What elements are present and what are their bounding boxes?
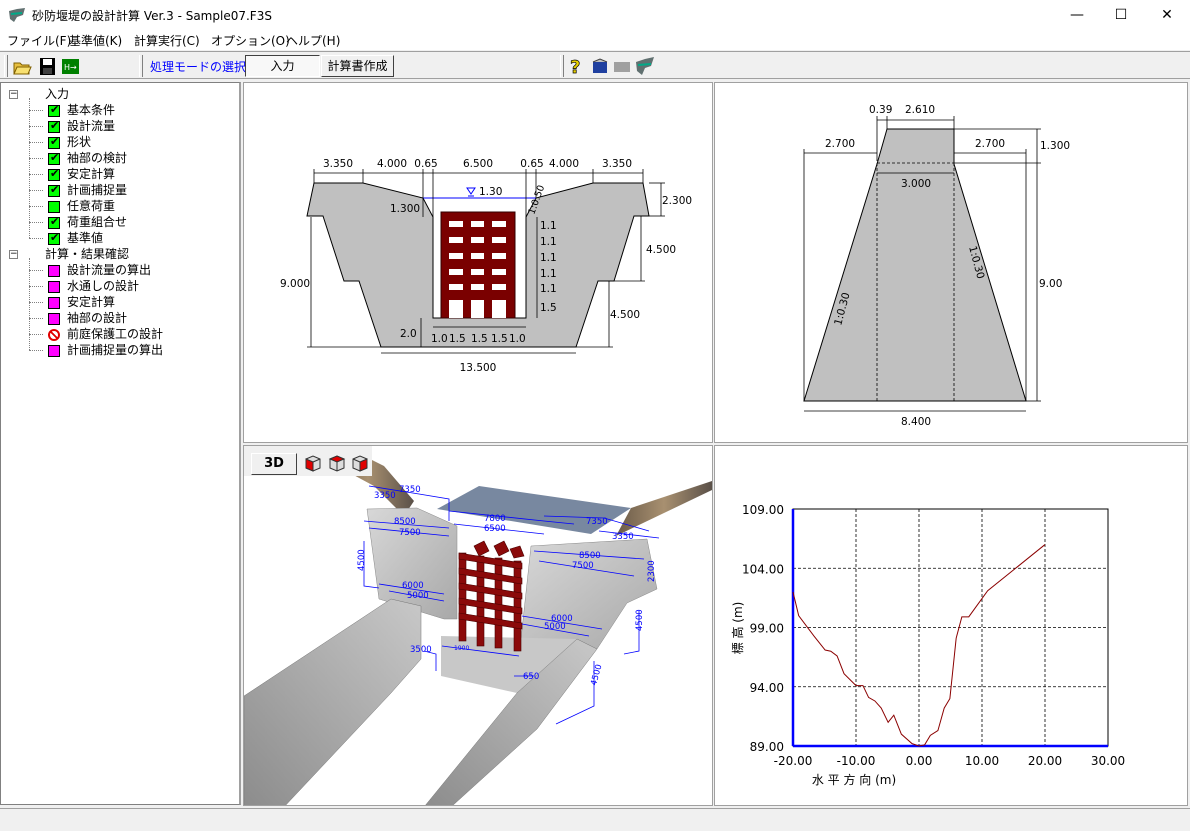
dim-label: 4500 <box>635 609 645 631</box>
dim-label: 7500 <box>399 528 421 538</box>
status-bar <box>0 808 1190 831</box>
dim-label: 0.65 <box>520 158 543 170</box>
dim-label: 5000 <box>544 622 566 632</box>
dim-label: 7500 <box>572 561 594 571</box>
dim-label: 1.300 <box>1040 140 1070 152</box>
y-tick-label: 89.00 <box>750 740 784 754</box>
dim-label: 3350 <box>612 532 634 542</box>
y-tick-label: 109.00 <box>742 503 784 517</box>
dim-label: 1.0 <box>509 333 526 345</box>
y-tick-label: 94.00 <box>750 681 784 695</box>
dim-label: 3.350 <box>602 158 632 170</box>
x-tick-label: 20.00 <box>1028 754 1062 768</box>
app-logo-icon[interactable] <box>635 56 655 76</box>
minimize-button[interactable]: — <box>1054 0 1100 30</box>
terrain-right <box>616 481 712 536</box>
3d-model-view[interactable]: 7350 3350 8500 7500 7800 6500 7350 3350 … <box>244 446 713 806</box>
side-view-panel: 0.39 2.610 2.700 2.700 1.300 3.000 9.00 … <box>714 82 1188 443</box>
y-axis-title: 標 高 (m) <box>730 602 745 655</box>
terrain-profile-panel: 水 平 方 向 (m) 標 高 (m) -20.00 -10.00 0.00 10.0… <box>714 445 1188 806</box>
dim-label: 8500 <box>394 517 416 527</box>
3d-toggle-button[interactable]: 3D <box>251 453 297 475</box>
dim-label: 2.700 <box>825 138 855 150</box>
left-side-wall <box>244 598 422 805</box>
dim-label: 4500 <box>357 549 367 571</box>
dim-label: 3500 <box>410 645 432 655</box>
toolbar-grip[interactable] <box>560 55 564 77</box>
dim-label: 1.5 <box>540 302 557 314</box>
dam-section <box>803 128 1027 402</box>
dim-label: 7800 <box>484 514 506 524</box>
x-tick-label: 10.00 <box>965 754 999 768</box>
dim-label: 6000 <box>402 581 424 591</box>
svg-text:?: ? <box>570 57 580 76</box>
side-view-drawing: 0.39 2.610 2.700 2.700 1.300 3.000 9.00 … <box>803 104 1070 428</box>
dim-label: 1.1 <box>540 220 557 232</box>
3d-view-panel[interactable]: 7350 3350 8500 7500 7800 6500 7350 3350 … <box>243 445 713 806</box>
disabled-icon <box>614 62 630 72</box>
cube-side-view-icon[interactable] <box>328 454 346 472</box>
cube-front-view-icon[interactable] <box>304 454 322 472</box>
dim-label: 4500 <box>589 663 604 686</box>
dim-label: 1.1 <box>540 252 557 264</box>
dim-label: 1.1 <box>540 283 557 295</box>
cube-top-view-icon[interactable] <box>351 454 369 472</box>
dim-label: 650 <box>523 672 539 682</box>
dim-label: 1.1 <box>540 268 557 280</box>
dim-label: 1.1 <box>540 236 557 248</box>
dim-label: 3.000 <box>901 178 931 190</box>
dim-label: 6500 <box>484 524 506 534</box>
dim-label: 4.500 <box>646 244 676 256</box>
dim-label: 4.500 <box>610 309 640 321</box>
steel-frame-3d <box>458 540 525 652</box>
water-level-label: 1.30 <box>479 186 502 198</box>
dim-label: 4.000 <box>549 158 579 170</box>
x-tick-label: 0.00 <box>906 754 933 768</box>
y-tick-label: 99.00 <box>750 622 784 636</box>
close-button[interactable]: ✕ <box>1144 0 1190 30</box>
x-axis-title: 水 平 方 向 (m) <box>812 772 896 787</box>
help-icon[interactable]: ? <box>567 56 587 76</box>
dim-label: 13.500 <box>460 362 497 374</box>
dim-label: 1.5 <box>491 333 508 345</box>
dim-label: 2.700 <box>975 138 1005 150</box>
dim-label: 1900 <box>454 645 469 652</box>
x-tick-label: -10.00 <box>837 754 876 768</box>
dim-label: 3350 <box>374 491 396 501</box>
maximize-button[interactable]: ☐ <box>1098 0 1144 30</box>
dim-label: 2.300 <box>662 195 692 207</box>
terrain-profile-chart: 水 平 方 向 (m) 標 高 (m) -20.00 -10.00 0.00 10.0… <box>730 503 1125 787</box>
dim-label: 2300 <box>647 560 657 582</box>
manual-icon[interactable] <box>590 56 610 76</box>
dim-label: 7350 <box>399 485 421 495</box>
dim-label: 0.39 <box>869 104 892 116</box>
y-tick-label: 104.00 <box>742 562 784 576</box>
dim-label: 8.400 <box>901 416 931 428</box>
dim-label: 7350 <box>586 517 608 527</box>
x-tick-label: 30.00 <box>1091 754 1125 768</box>
x-tick-label: -20.00 <box>774 754 813 768</box>
dim-label: 5000 <box>407 591 429 601</box>
dim-label: 8500 <box>579 551 601 561</box>
dim-label: 2.610 <box>905 104 935 116</box>
dim-label: 9.00 <box>1039 278 1062 290</box>
